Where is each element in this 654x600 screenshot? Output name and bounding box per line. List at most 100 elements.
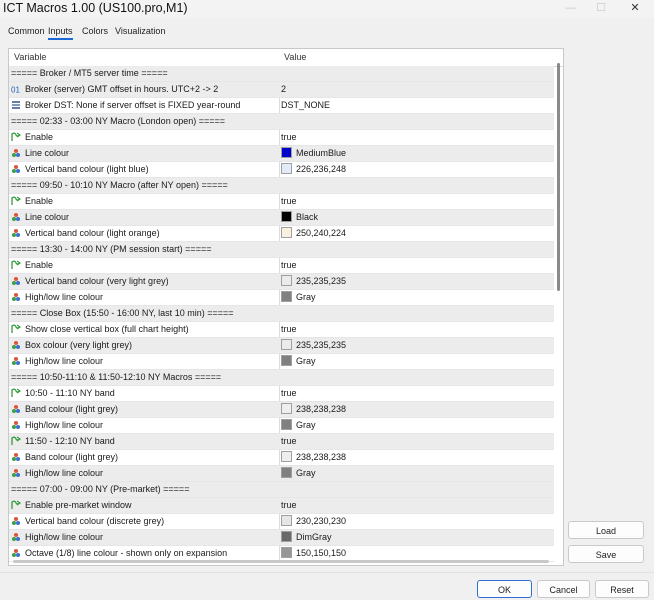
input-row[interactable]: Vertical band colour (light orange) 250,2… xyxy=(9,226,554,242)
value-cell[interactable]: true xyxy=(281,386,551,401)
variable-cell: Box colour (very light grey) xyxy=(11,338,275,353)
input-row[interactable]: Broker DST: None if server offset is FIX… xyxy=(9,98,554,114)
variable-label: Enable xyxy=(25,260,54,270)
section-row[interactable]: ===== Close Box (15:50 - 16:00 NY, last … xyxy=(9,306,554,322)
scrollbar-thumb[interactable] xyxy=(557,63,560,291)
input-row[interactable]: High/low line colour Gray xyxy=(9,290,554,306)
close-button[interactable]: ✕ xyxy=(620,0,650,16)
variable-label: 11:50 - 12:10 NY band xyxy=(25,436,115,446)
input-row[interactable]: Vertical band colour (very light grey) 23… xyxy=(9,274,554,290)
section-row[interactable]: ===== Broker / MT5 server time ===== xyxy=(9,66,554,82)
value-text: 235,235,235 xyxy=(296,276,347,286)
value-cell[interactable]: 250,240,224 xyxy=(281,226,551,241)
section-row[interactable]: ===== 13:30 - 14:00 NY (PM session start… xyxy=(9,242,554,258)
color-swatch[interactable] xyxy=(281,547,292,559)
input-row[interactable]: 11:50 - 12:10 NY band true xyxy=(9,434,554,450)
color-swatch[interactable] xyxy=(281,147,292,159)
input-row[interactable]: Box colour (very light grey) 235,235,235 xyxy=(9,338,554,354)
reset-button[interactable]: Reset xyxy=(595,580,649,598)
value-cell[interactable]: true xyxy=(281,434,551,449)
horizontal-scrollbar[interactable] xyxy=(13,560,549,563)
input-row[interactable]: Enable true xyxy=(9,258,554,274)
color-swatch[interactable] xyxy=(281,275,292,287)
value-cell[interactable]: 238,238,238 xyxy=(281,402,551,417)
value-cell[interactable]: Gray xyxy=(281,290,551,305)
value-cell[interactable]: 235,235,235 xyxy=(281,274,551,289)
input-row[interactable]: 01 Broker (server) GMT offset in hours. U… xyxy=(9,82,554,98)
load-button[interactable]: Load xyxy=(568,521,644,539)
color-swatch[interactable] xyxy=(281,531,292,543)
tab-common[interactable]: Common xyxy=(8,24,45,38)
section-row[interactable]: ===== 09:50 - 10:10 NY Macro (after NY o… xyxy=(9,178,554,194)
input-row[interactable]: Enable pre-market window true xyxy=(9,498,554,514)
input-row[interactable]: Vertical band colour (light blue) 226,236… xyxy=(9,162,554,178)
input-row[interactable]: 10:50 - 11:10 NY band true xyxy=(9,386,554,402)
input-row[interactable]: Band colour (light grey) 238,238,238 xyxy=(9,450,554,466)
value-cell[interactable]: MediumBlue xyxy=(281,146,551,161)
value-cell[interactable]: 238,238,238 xyxy=(281,450,551,465)
input-row[interactable]: Show close vertical box (full chart heig… xyxy=(9,322,554,338)
value-cell[interactable]: true xyxy=(281,130,551,145)
input-row[interactable]: High/low line colour Gray xyxy=(9,466,554,482)
variable-cell: 11:50 - 12:10 NY band xyxy=(11,434,275,449)
value-cell[interactable]: 150,150,150 xyxy=(281,546,551,561)
color-swatch[interactable] xyxy=(281,403,292,415)
bool-flag-icon xyxy=(11,436,21,446)
color-swatch[interactable] xyxy=(281,339,292,351)
maximize-button[interactable]: ☐ xyxy=(586,0,616,16)
value-cell[interactable]: 235,235,235 xyxy=(281,338,551,353)
value-cell[interactable]: DimGray xyxy=(281,530,551,545)
vertical-scrollbar[interactable] xyxy=(557,63,561,563)
input-row[interactable]: Vertical band colour (discrete grey) 230,… xyxy=(9,514,554,530)
tab-inputs[interactable]: Inputs xyxy=(48,24,73,40)
color-swatch[interactable] xyxy=(281,515,292,527)
color-swatch[interactable] xyxy=(281,291,292,303)
color-swatch[interactable] xyxy=(281,467,292,479)
input-row[interactable]: Band colour (light grey) 238,238,238 xyxy=(9,402,554,418)
color-swatch[interactable] xyxy=(281,355,292,367)
value-cell[interactable]: true xyxy=(281,194,551,209)
variable-label: Octave (1/8) line colour - shown only on… xyxy=(25,548,228,558)
color-swatch[interactable] xyxy=(281,227,292,239)
color-swatch[interactable] xyxy=(281,419,292,431)
header-variable[interactable]: Variable xyxy=(14,49,46,66)
variable-label: Enable xyxy=(25,196,54,206)
input-row[interactable]: High/low line colour Gray xyxy=(9,354,554,370)
input-row[interactable]: Line colour Black xyxy=(9,210,554,226)
value-cell[interactable]: 2 xyxy=(281,82,551,97)
variable-label: Enable pre-market window xyxy=(25,500,132,510)
cancel-button[interactable]: Cancel xyxy=(537,580,590,598)
value-cell[interactable]: Gray xyxy=(281,354,551,369)
value-cell[interactable]: Gray xyxy=(281,466,551,481)
value-cell[interactable]: 226,236,248 xyxy=(281,162,551,177)
header-value[interactable]: Value xyxy=(284,49,306,66)
value-cell[interactable]: Gray xyxy=(281,418,551,433)
color-swatch[interactable] xyxy=(281,163,292,175)
value-cell[interactable]: 230,230,230 xyxy=(281,514,551,529)
variable-label: Vertical band colour (light orange) xyxy=(25,228,160,238)
value-cell[interactable]: true xyxy=(281,498,551,513)
value-cell[interactable]: true xyxy=(281,258,551,273)
input-row[interactable]: Line colour MediumBlue xyxy=(9,146,554,162)
tab-visualization[interactable]: Visualization xyxy=(115,24,165,38)
minimize-button[interactable]: — xyxy=(556,0,586,16)
section-row[interactable]: ===== 07:00 - 09:00 NY (Pre-market) ====… xyxy=(9,482,554,498)
value-cell[interactable]: Black xyxy=(281,210,551,225)
input-row[interactable]: High/low line colour DimGray xyxy=(9,530,554,546)
section-row[interactable]: ===== 10:50-11:10 & 11:50-12:10 NY Macro… xyxy=(9,370,554,386)
footer-divider xyxy=(0,572,654,573)
inputs-grid: Variable Value ===== Broker / MT5 server… xyxy=(8,48,564,566)
color-swatch[interactable] xyxy=(281,451,292,463)
value-cell[interactable]: DST_NONE xyxy=(281,98,551,113)
input-row[interactable]: High/low line colour Gray xyxy=(9,418,554,434)
section-row[interactable]: ===== 02:33 - 03:00 NY Macro (London ope… xyxy=(9,114,554,130)
variable-label: Line colour xyxy=(25,148,70,158)
value-cell[interactable]: true xyxy=(281,322,551,337)
color-swatch[interactable] xyxy=(281,211,292,223)
save-button[interactable]: Save xyxy=(568,545,644,563)
tab-colors[interactable]: Colors xyxy=(82,24,108,38)
input-row[interactable]: Enable true xyxy=(9,194,554,210)
input-row[interactable]: Enable true xyxy=(9,130,554,146)
ok-button[interactable]: OK xyxy=(477,580,532,598)
variable-cell: Octave (1/8) line colour - shown only on… xyxy=(11,546,275,561)
